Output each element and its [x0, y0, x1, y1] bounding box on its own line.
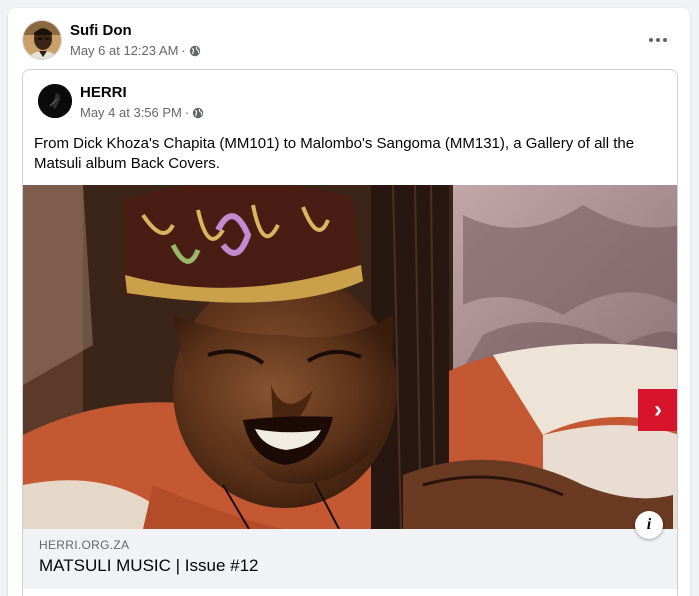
shared-post-header: HERRI May 4 at 3:56 PM ·: [38, 81, 667, 121]
shared-post: HERRI May 4 at 3:56 PM · From Dick Khoza…: [22, 69, 678, 596]
chevron-right-icon: ›: [654, 396, 662, 423]
musician-photo: [23, 185, 677, 529]
post-text: From Dick Khoza's Chapita (MM101) to Mal…: [34, 135, 635, 172]
info-button[interactable]: i: [635, 511, 663, 539]
globe-icon: [189, 45, 200, 56]
author-avatar[interactable]: [22, 20, 62, 60]
shared-avatar-image: [38, 84, 72, 118]
info-icon: i: [646, 516, 652, 533]
shared-post-timestamp[interactable]: May 4 at 3:56 PM: [80, 105, 182, 120]
link-domain: HERRI.ORG.ZA: [39, 538, 130, 552]
more-options-button[interactable]: [644, 30, 672, 50]
globe-icon: [193, 107, 204, 118]
more-horizontal-icon: [649, 38, 653, 42]
shared-author-name[interactable]: HERRI: [80, 84, 127, 101]
author-name[interactable]: Sufi Don: [70, 22, 132, 39]
next-photo-button[interactable]: ›: [638, 389, 677, 431]
shared-post-meta: May 4 at 3:56 PM ·: [80, 105, 204, 120]
meta-separator: ·: [184, 105, 190, 120]
avatar-portrait: [23, 21, 61, 59]
post-photo[interactable]: [23, 185, 677, 529]
link-title: MATSULI MUSIC | Issue #12: [39, 556, 259, 575]
shared-author-avatar[interactable]: [38, 84, 72, 118]
link-preview[interactable]: HERRI.ORG.ZA MATSULI MUSIC | Issue #12: [23, 529, 677, 589]
post-meta: May 6 at 12:23 AM ·: [70, 43, 201, 58]
post-header: Sufi Don May 6 at 12:23 AM ·: [22, 20, 678, 64]
meta-separator: ·: [181, 43, 186, 58]
post-timestamp[interactable]: May 6 at 12:23 AM: [70, 43, 178, 58]
post-card: Sufi Don May 6 at 12:23 AM · HERRI May 4…: [8, 8, 690, 596]
